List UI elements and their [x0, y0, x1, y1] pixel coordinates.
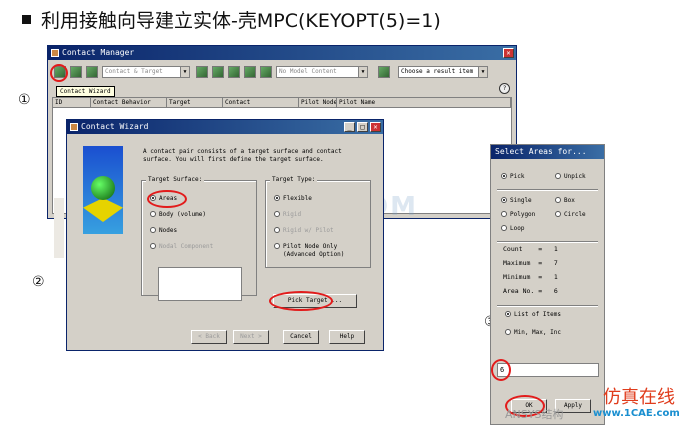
contact-wizard-title: Contact Wizard — [81, 122, 149, 131]
radio-unpick[interactable]: Unpick — [555, 173, 586, 181]
cancel-button[interactable]: Cancel — [283, 330, 319, 344]
select-areas-titlebar: Select Areas for... — [491, 145, 604, 159]
target-type-group: Target Type: Flexible Rigid Rigid w/ Pil… — [265, 176, 371, 268]
app-icon — [51, 49, 59, 57]
step-1-label: ① — [18, 92, 31, 108]
edit-contact-icon[interactable] — [70, 66, 82, 78]
column-header[interactable]: Pilot Name — [337, 98, 511, 107]
settings-icon[interactable] — [228, 66, 240, 78]
contact-wizard-titlebar: Contact Wizard _ □ ✕ — [67, 120, 383, 134]
wizard-intro-text: A contact pair consists of a target surf… — [143, 148, 342, 163]
target-surface-label: Target Surface: — [146, 176, 205, 183]
model-combo[interactable]: No Model Content ▼ — [276, 66, 368, 78]
column-header[interactable]: ID — [53, 98, 91, 107]
wizard-tooltip: Contact Wizard — [56, 86, 115, 97]
slide-title: 利用接触向导建立实体-壳MPC(KEYOPT(5)=1) — [22, 6, 441, 33]
result-combo[interactable]: Choose a result item ▼ — [398, 66, 488, 78]
radio-polygon[interactable]: Polygon — [501, 211, 535, 219]
radio-areas[interactable]: Areas — [150, 195, 177, 203]
target-surface-group: Target Surface: Areas Body (volume) Node… — [141, 176, 257, 301]
contact-wizard-body: A contact pair consists of a target surf… — [67, 134, 383, 350]
minimize-icon[interactable]: _ — [344, 122, 355, 132]
radio-circle[interactable]: Circle — [555, 211, 586, 219]
column-header[interactable]: Contact — [223, 98, 299, 107]
separator — [497, 241, 598, 243]
wechat-label: ANSYS结构 — [505, 408, 564, 421]
app-icon — [70, 123, 78, 131]
select-areas-body: Pick Unpick Single Box Polygon Circle Lo… — [491, 159, 604, 424]
area-number-input[interactable]: 6 — [497, 363, 599, 377]
step-2-label: ② — [32, 274, 45, 290]
bullet-square-icon — [22, 15, 31, 24]
radio-loop[interactable]: Loop — [501, 225, 524, 233]
select-areas-window: Select Areas for... Pick Unpick Single B… — [490, 144, 605, 425]
radio-pick[interactable]: Pick — [501, 173, 524, 181]
radio-flexible[interactable]: Flexible — [274, 195, 312, 203]
column-header[interactable]: Contact Behavior — [91, 98, 167, 107]
brand-name: 仿真在线 — [603, 387, 675, 408]
column-header[interactable]: Pilot Node — [299, 98, 337, 107]
radio-rigid-pilot[interactable]: Rigid w/ Pilot — [274, 227, 334, 235]
contact-wizard-icon[interactable] — [54, 66, 66, 78]
slide-title-text: 利用接触向导建立实体-壳MPC(KEYOPT(5)=1) — [41, 10, 441, 32]
check-contact-icon[interactable] — [260, 66, 272, 78]
maximize-icon[interactable]: □ — [357, 122, 368, 132]
close-icon[interactable]: ✕ — [370, 122, 381, 132]
table-header: ID Contact Behavior Target Contact Pilot… — [53, 98, 511, 108]
separator — [497, 189, 598, 191]
plot-target-icon[interactable] — [196, 66, 208, 78]
brand-url: www.1CAE.com — [593, 408, 680, 419]
contact-wizard-window: Contact Wizard _ □ ✕ A contact pair cons… — [66, 119, 384, 351]
target-type-label: Target Type: — [270, 176, 318, 183]
delete-contact-icon[interactable] — [86, 66, 98, 78]
radio-box[interactable]: Box — [555, 197, 575, 205]
contact-manager-title: Contact Manager — [62, 48, 135, 57]
radio-nodes[interactable]: Nodes — [150, 227, 177, 235]
target-combo[interactable]: Contact & Target ▼ — [102, 66, 190, 78]
help-icon[interactable]: ? — [499, 83, 510, 94]
minimum-readout: Minimum = 1 — [503, 273, 558, 281]
component-listbox[interactable] — [158, 267, 242, 301]
contact-graphic — [83, 146, 123, 234]
radio-body-volume[interactable]: Body (volume) — [150, 211, 206, 219]
radio-list-of-items[interactable]: List of Items — [505, 311, 561, 319]
area-no-readout: Area No. = 6 — [503, 287, 558, 295]
radio-rigid[interactable]: Rigid — [274, 211, 301, 219]
results-icon[interactable] — [378, 66, 390, 78]
contact-manager-toolbar: Contact & Target ▼ No Model Content ▼ Choo… — [52, 65, 512, 81]
radio-single[interactable]: Single — [501, 197, 532, 205]
pick-target-button[interactable]: Pick Target ... — [273, 294, 357, 308]
radio-nodal-component[interactable]: Nodal Component — [150, 243, 213, 251]
contact-manager-titlebar: Contact Manager ✕ — [48, 46, 516, 60]
column-header[interactable]: Target — [167, 98, 223, 107]
radio-min-max-inc[interactable]: Min, Max, Inc — [505, 329, 561, 337]
back-button[interactable]: < Back — [191, 330, 227, 344]
next-button[interactable]: Next > — [233, 330, 269, 344]
close-icon[interactable]: ✕ — [503, 48, 514, 58]
table-scrollbar[interactable] — [54, 198, 64, 258]
flip-normals-icon[interactable] — [244, 66, 256, 78]
count-readout: Count = 1 — [503, 245, 558, 253]
help-button[interactable]: Help — [329, 330, 365, 344]
radio-pilot-node-only[interactable]: Pilot Node Only (Advanced Option) — [274, 243, 366, 259]
maximum-readout: Maximum = 7 — [503, 259, 558, 267]
plot-contact-icon[interactable] — [212, 66, 224, 78]
separator — [497, 305, 598, 307]
